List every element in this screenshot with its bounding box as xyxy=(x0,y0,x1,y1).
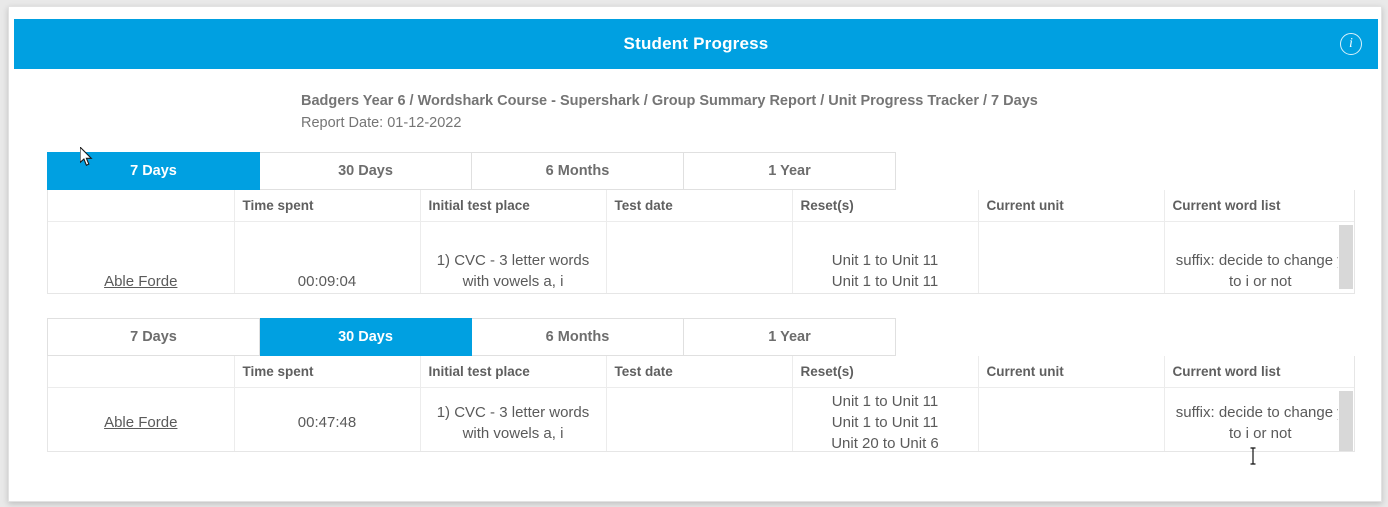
report-content: Badgers Year 6 / Wordshark Course - Supe… xyxy=(14,69,1378,501)
col-current-word-list[interactable]: Current word list xyxy=(1164,356,1354,388)
tab-label: 1 Year xyxy=(768,329,811,345)
col-student[interactable] xyxy=(48,190,235,222)
report-grid-wrap-1: Time spent Initial test place Test date … xyxy=(47,190,1355,294)
tab-30-days-2[interactable]: 30 Days xyxy=(260,318,472,356)
tab-7-days-1[interactable]: 7 Days xyxy=(47,152,260,190)
report-meta: Badgers Year 6 / Wordshark Course - Supe… xyxy=(14,69,1378,134)
line: 1) CVC - 3 letter words xyxy=(436,403,590,421)
report-date: Report Date: 01-12-2022 xyxy=(301,115,462,131)
line: Unit 1 to Unit 11 xyxy=(831,393,939,411)
report-section-7-days: 7 Days 30 Days 6 Months 1 Year Time spen… xyxy=(47,152,1355,294)
tab-1-year-1[interactable]: 1 Year xyxy=(684,152,896,190)
screenshot-root: Student Progress i Badgers Year 6 / Word… xyxy=(0,0,1388,507)
cell-current-unit xyxy=(978,387,1165,451)
table-row: Able Forde 00:47:48 1) CVC - 3 letter wo… xyxy=(48,387,1354,452)
cell-current-unit xyxy=(978,221,1165,293)
col-time-spent[interactable]: Time spent xyxy=(234,190,421,222)
cell-resets: Unit 1 to Unit 11 Unit 1 to Unit 11 Unit… xyxy=(792,387,979,452)
cell-current-word-list: suffix: decide to change y to i or not xyxy=(1164,388,1354,452)
col-initial-test-place[interactable]: Initial test place xyxy=(420,190,607,222)
app-window: Student Progress i Badgers Year 6 / Word… xyxy=(8,6,1382,502)
tab-label: 7 Days xyxy=(130,163,177,179)
line: to i or not xyxy=(1228,424,1292,442)
table-header-row: Time spent Initial test place Test date … xyxy=(48,190,1354,222)
col-current-unit[interactable]: Current unit xyxy=(978,190,1165,222)
col-test-date[interactable]: Test date xyxy=(606,356,793,388)
grid-scrollbar-thumb-1[interactable] xyxy=(1339,225,1353,289)
breadcrumb: Badgers Year 6 / Wordshark Course - Supe… xyxy=(301,93,1038,109)
line: Unit 1 to Unit 11 xyxy=(831,251,939,269)
app-header-bar: Student Progress i xyxy=(14,19,1378,69)
line: to i or not xyxy=(1228,272,1292,290)
col-time-spent[interactable]: Time spent xyxy=(234,356,421,388)
tab-7-days-2[interactable]: 7 Days xyxy=(47,318,260,356)
student-link[interactable]: Able Forde xyxy=(104,273,177,290)
line: with vowels a, i xyxy=(462,424,564,442)
line: 1) CVC - 3 letter words xyxy=(436,251,590,269)
col-test-date[interactable]: Test date xyxy=(606,190,793,222)
table-row: Able Forde 00:09:04 1) CVC - 3 letter wo… xyxy=(48,221,1354,294)
info-circle-icon[interactable]: i xyxy=(1340,33,1362,55)
line: with vowels a, i xyxy=(462,272,564,290)
col-resets[interactable]: Reset(s) xyxy=(792,190,979,222)
report-section-30-days: 7 Days 30 Days 6 Months 1 Year Time spen… xyxy=(47,318,1355,452)
grid-scrollbar-1[interactable] xyxy=(1338,223,1354,293)
report-grid-wrap-2: Time spent Initial test place Test date … xyxy=(47,356,1355,452)
grid-scrollbar-2[interactable] xyxy=(1338,389,1354,451)
line: suffix: decide to change y xyxy=(1175,403,1345,421)
tab-label: 7 Days xyxy=(130,329,177,345)
col-current-unit[interactable]: Current unit xyxy=(978,356,1165,388)
line: Unit 1 to Unit 11 xyxy=(831,414,939,432)
grid-scrollbar-thumb-2[interactable] xyxy=(1339,391,1353,451)
tab-label: 6 Months xyxy=(545,163,610,179)
col-resets[interactable]: Reset(s) xyxy=(792,356,979,388)
tab-label: 30 Days xyxy=(338,329,393,345)
col-initial-test-place[interactable]: Initial test place xyxy=(420,356,607,388)
page-title: Student Progress xyxy=(623,34,769,53)
col-student[interactable] xyxy=(48,356,235,388)
cell-initial-test-place: 1) CVC - 3 letter words with vowels a, i xyxy=(420,387,607,451)
tab-label: 1 Year xyxy=(768,163,811,179)
col-current-word-list[interactable]: Current word list xyxy=(1164,190,1354,222)
cell-resets: Unit 1 to Unit 11 Unit 1 to Unit 11 xyxy=(792,221,979,293)
cell-student: Able Forde xyxy=(48,221,235,293)
cell-test-date xyxy=(606,387,793,451)
cell-initial-test-place: 1) CVC - 3 letter words with vowels a, i xyxy=(420,221,607,293)
tab-6-months-2[interactable]: 6 Months xyxy=(472,318,684,356)
cell-current-word-list: suffix: decide to change y to i or not xyxy=(1164,222,1354,294)
cell-time-spent: 00:47:48 xyxy=(234,387,421,451)
cell-time-spent: 00:09:04 xyxy=(234,221,421,293)
cell-test-date xyxy=(606,221,793,293)
period-tabs-2: 7 Days 30 Days 6 Months 1 Year xyxy=(47,318,896,356)
report-table-2: Time spent Initial test place Test date … xyxy=(48,356,1354,452)
period-tabs-1: 7 Days 30 Days 6 Months 1 Year xyxy=(47,152,896,190)
line: suffix: decide to change y xyxy=(1175,251,1345,269)
tab-6-months-1[interactable]: 6 Months xyxy=(472,152,684,190)
table-header-row: Time spent Initial test place Test date … xyxy=(48,356,1354,388)
student-link[interactable]: Able Forde xyxy=(104,414,177,431)
tab-label: 30 Days xyxy=(338,163,393,179)
line: Unit 1 to Unit 11 xyxy=(831,272,939,290)
tab-30-days-1[interactable]: 30 Days xyxy=(260,152,472,190)
report-table-1: Time spent Initial test place Test date … xyxy=(48,190,1354,294)
line: Unit 20 to Unit 6 xyxy=(831,435,939,452)
tab-label: 6 Months xyxy=(545,329,610,345)
cell-student: Able Forde xyxy=(48,387,235,451)
tab-1-year-2[interactable]: 1 Year xyxy=(684,318,896,356)
